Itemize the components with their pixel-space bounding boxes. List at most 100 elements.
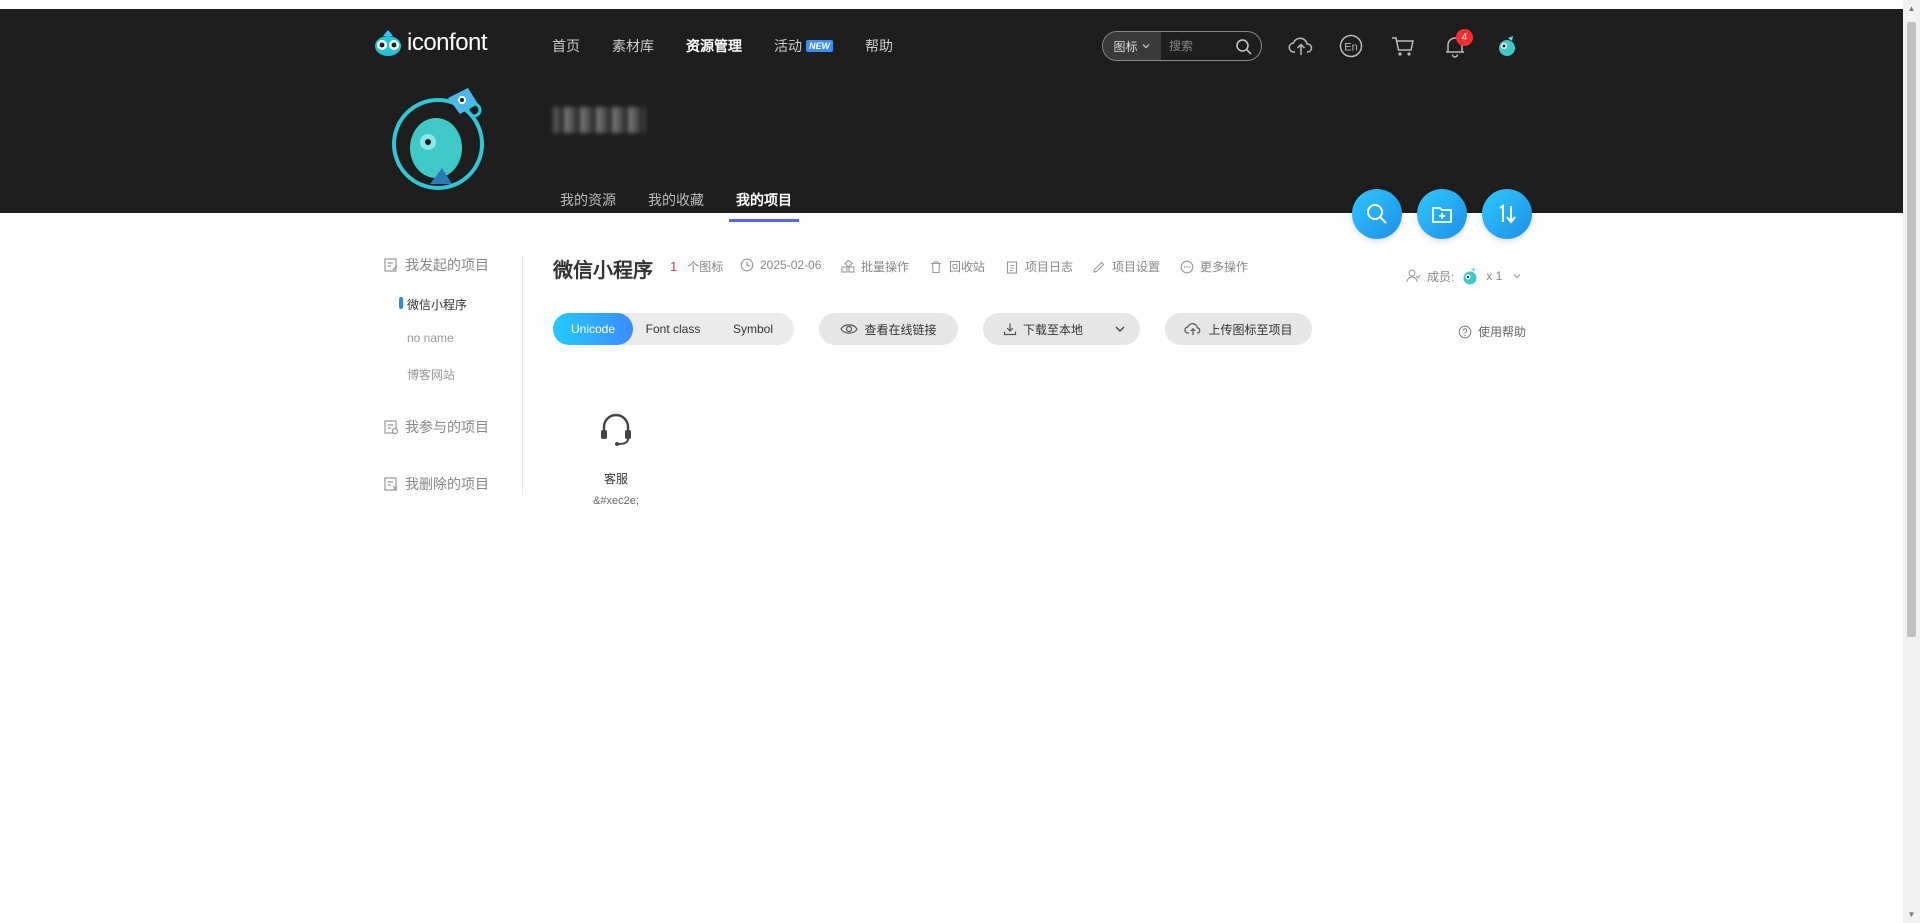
profile-name-blurred: [553, 107, 645, 133]
scroll-thumb[interactable]: [1907, 22, 1916, 637]
new-badge: NEW: [806, 40, 833, 52]
main-nav: 首页 素材库 资源管理 活动 NEW 帮助: [552, 36, 925, 56]
sort-icon: [1499, 204, 1516, 224]
search-icon: [1367, 204, 1387, 224]
project-sidebar: 我发起的项目 微信小程序 no name 博客网站 我参与的项目 我删除的项目: [383, 255, 523, 495]
tab-unicode[interactable]: Unicode: [553, 313, 633, 345]
cart-icon[interactable]: [1390, 33, 1416, 59]
icon-count-number: 1: [670, 259, 678, 274]
more-operations-label: 更多操作: [1200, 260, 1249, 274]
tab-symbol[interactable]: Symbol: [713, 313, 793, 345]
usage-help-label: 使用帮助: [1478, 325, 1527, 339]
deleted-list-icon: [384, 477, 398, 491]
more-operations-button[interactable]: 更多操作: [1180, 258, 1248, 275]
download-local-button[interactable]: 下载至本地: [983, 313, 1140, 345]
upload-cloud-icon: [1184, 323, 1201, 335]
member-avatar-icon: [1463, 268, 1477, 285]
user-avatar-icon[interactable]: [1494, 33, 1520, 59]
sidebar-deleted-label: 我删除的项目: [405, 476, 489, 492]
clipboard-icon: [1006, 260, 1018, 274]
tab-my-favorites[interactable]: 我的收藏: [648, 190, 704, 222]
sort-button[interactable]: [1482, 189, 1532, 239]
project-date-text: 2025-02-06: [760, 258, 822, 272]
logo-text: iconfont: [407, 29, 488, 56]
project-log-button[interactable]: 项目日志: [1005, 258, 1073, 275]
tab-font-class[interactable]: Font class: [633, 313, 713, 345]
sidebar-started-projects[interactable]: 我发起的项目: [383, 255, 489, 275]
pencil-icon: [1093, 261, 1105, 273]
sidebar-item-blog-site[interactable]: 博客网站: [407, 366, 455, 383]
project-date: 2025-02-06: [740, 258, 821, 272]
download-local-label: 下载至本地: [1023, 322, 1084, 337]
members-dropdown[interactable]: 成员: x 1: [1405, 266, 1522, 286]
nav-help[interactable]: 帮助: [865, 36, 893, 56]
svg-text:En: En: [1344, 42, 1357, 54]
view-online-link-label: 查看在线链接: [864, 322, 937, 337]
eye-icon: [840, 324, 859, 334]
sidebar-started-label: 我发起的项目: [405, 257, 489, 273]
search-type-label: 图标: [1113, 39, 1138, 54]
folder-add-icon: [1432, 207, 1452, 223]
icon-name: 客服: [603, 472, 628, 486]
nav-library[interactable]: 素材库: [612, 36, 654, 56]
upload-cloud-icon[interactable]: [1288, 33, 1314, 59]
usage-help-link[interactable]: 使用帮助: [1458, 323, 1526, 340]
tab-my-projects[interactable]: 我的项目: [729, 190, 799, 222]
recycle-bin-button[interactable]: 回收站: [929, 258, 985, 275]
recycle-bin-label: 回收站: [949, 260, 986, 274]
nav-home[interactable]: 首页: [552, 36, 580, 56]
icon-card[interactable]: 客服 &#xec2e;: [576, 408, 656, 507]
top-strip: [0, 0, 1903, 9]
search-project-button[interactable]: [1352, 189, 1402, 239]
icon-count: 1 个图标: [670, 258, 723, 275]
format-tabs: Unicode Font class Symbol: [553, 313, 794, 345]
view-online-link-button[interactable]: 查看在线链接: [819, 313, 958, 345]
question-circle-icon: [1458, 325, 1472, 338]
project-title: 微信小程序: [553, 260, 653, 282]
notification-badge: 4: [1456, 29, 1473, 46]
icon-count-label: 个图标: [687, 260, 724, 274]
nav-activity[interactable]: 活动 NEW: [774, 36, 833, 56]
nav-resource-management[interactable]: 资源管理: [686, 36, 742, 56]
grid-icon: [841, 259, 855, 273]
search-icon[interactable]: [1235, 38, 1253, 56]
nav-activity-label: 活动: [774, 38, 802, 54]
logo-mark-icon: [375, 30, 401, 56]
download-icon: [1003, 323, 1017, 336]
scroll-up-arrow-icon[interactable]: ▲: [1907, 4, 1916, 13]
batch-operation-button[interactable]: 批量操作: [841, 258, 909, 275]
language-en-icon[interactable]: En: [1338, 33, 1364, 59]
sidebar-item-wechat-miniprogram[interactable]: 微信小程序: [398, 296, 467, 313]
page-scrollbar[interactable]: ▲ ▼: [1903, 0, 1920, 923]
chevron-down-icon: [1142, 44, 1149, 49]
upload-icons-label: 上传图标至项目: [1208, 322, 1293, 337]
profile-tabs: 我的资源 我的收藏 我的项目: [560, 190, 824, 222]
project-settings-label: 项目设置: [1112, 260, 1161, 274]
joined-list-icon: [384, 420, 399, 435]
project-settings-button[interactable]: 项目设置: [1092, 258, 1160, 275]
sidebar-joined-projects[interactable]: 我参与的项目: [383, 417, 489, 437]
sidebar-joined-label: 我参与的项目: [405, 419, 489, 435]
search-type-select[interactable]: 图标: [1103, 32, 1161, 60]
headset-icon: [601, 413, 631, 446]
members-icon: [1406, 269, 1421, 283]
project-log-label: 项目日志: [1025, 260, 1074, 274]
sidebar-deleted-projects[interactable]: 我删除的项目: [383, 474, 489, 494]
edit-list-icon: [384, 258, 398, 272]
profile-avatar: [392, 88, 484, 190]
site-header: iconfont 首页 素材库 资源管理 活动 NEW 帮助 图标 En 4 我的…: [0, 9, 1903, 222]
clock-icon: [740, 258, 754, 272]
search-box: 图标: [1102, 31, 1262, 61]
chevron-down-icon[interactable]: [1114, 323, 1126, 335]
search-input[interactable]: [1169, 39, 1231, 53]
iconfont-logo[interactable]: iconfont: [373, 28, 488, 58]
scroll-down-arrow-icon[interactable]: ▼: [1907, 910, 1916, 919]
batch-operation-label: 批量操作: [861, 260, 910, 274]
sidebar-item-no-name[interactable]: no name: [407, 331, 454, 345]
new-project-button[interactable]: [1417, 189, 1467, 239]
trash-icon: [931, 260, 941, 273]
more-icon: [1180, 260, 1194, 273]
tab-my-resources[interactable]: 我的资源: [560, 190, 616, 222]
icon-unicode: &#xec2e;: [593, 495, 639, 507]
upload-icons-button[interactable]: 上传图标至项目: [1165, 313, 1312, 345]
